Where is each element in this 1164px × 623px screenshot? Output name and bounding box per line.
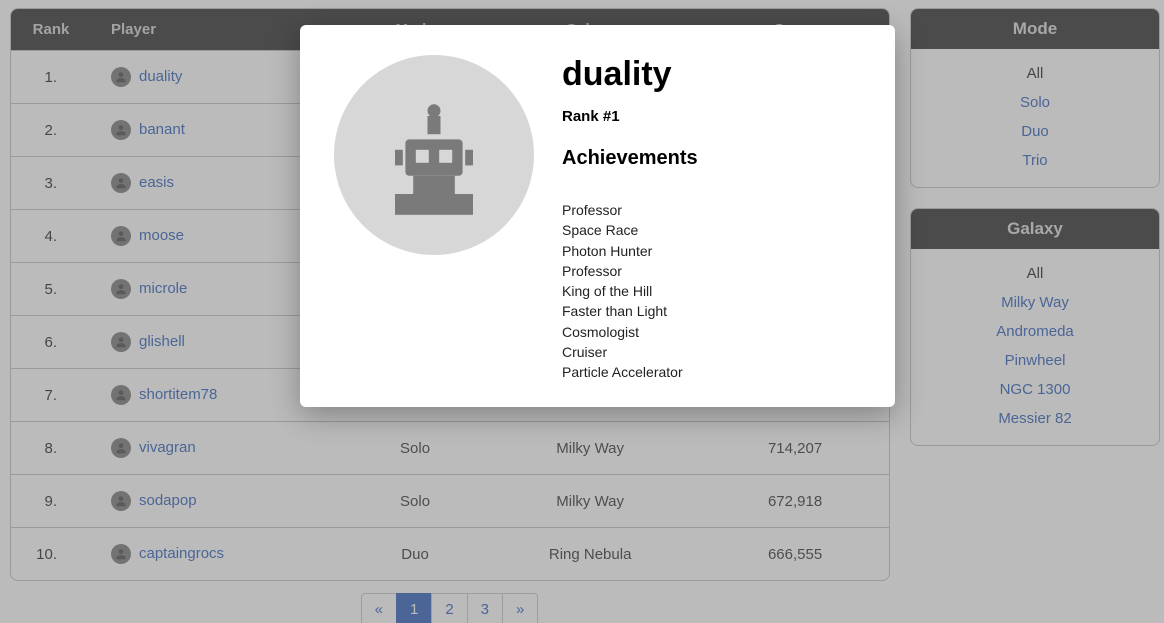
player-modal: duality Rank #1 Achievements ProfessorSp… bbox=[300, 25, 895, 407]
achievement-item: Cruiser bbox=[562, 342, 698, 362]
achievement-item: Space Race bbox=[562, 220, 698, 240]
achievement-item: Professor bbox=[562, 200, 698, 220]
achievement-item: Professor bbox=[562, 261, 698, 281]
achievement-item: Photon Hunter bbox=[562, 241, 698, 261]
robot-avatar-icon bbox=[334, 55, 534, 255]
modal-rank: Rank #1 bbox=[562, 108, 698, 125]
achievements-heading: Achievements bbox=[562, 147, 698, 170]
achievement-item: Cosmologist bbox=[562, 322, 698, 342]
achievement-item: King of the Hill bbox=[562, 281, 698, 301]
modal-player-name: duality bbox=[562, 55, 698, 94]
achievement-item: Faster than Light bbox=[562, 301, 698, 321]
achievement-item: Particle Accelerator bbox=[562, 362, 698, 382]
